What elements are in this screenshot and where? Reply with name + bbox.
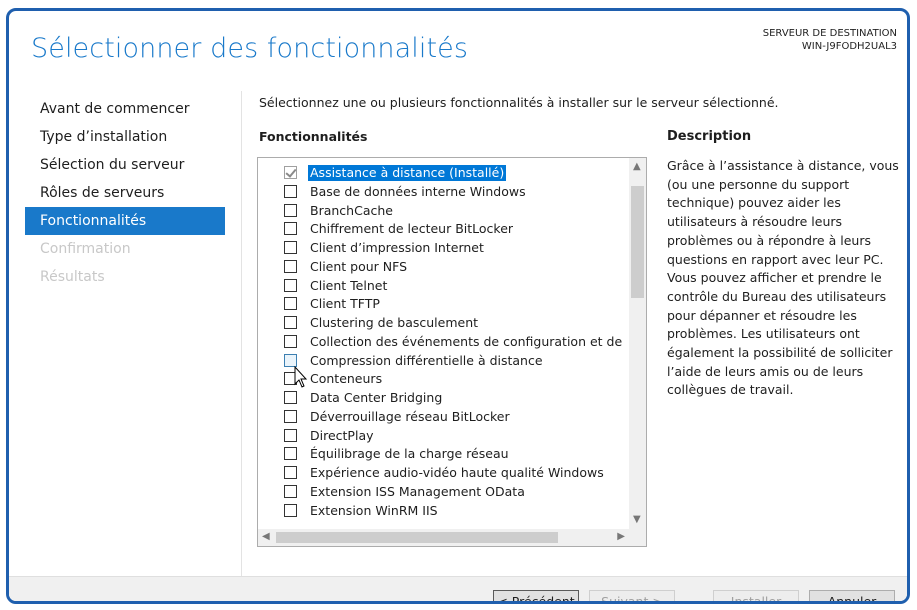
cancel-button[interactable]: Annuler bbox=[809, 590, 895, 601]
destination-server-name: WIN-J9FODH2UAL3 bbox=[801, 41, 897, 52]
wizard-steps: Avant de commencer Type d’installation S… bbox=[25, 95, 225, 291]
feature-label[interactable]: Data Center Bridging bbox=[308, 390, 444, 406]
mouse-cursor-icon bbox=[294, 366, 308, 388]
feature-checkbox[interactable] bbox=[284, 484, 297, 498]
feature-item[interactable]: Compression différentielle à distance bbox=[258, 352, 630, 371]
feature-checkbox[interactable] bbox=[284, 297, 297, 311]
feature-item[interactable]: Équilibrage de la charge réseau bbox=[258, 445, 630, 464]
step-confirmation: Confirmation bbox=[40, 241, 131, 257]
step-resultats: Résultats bbox=[40, 269, 105, 285]
feature-label[interactable]: Compression différentielle à distance bbox=[308, 353, 545, 369]
description-header: Description bbox=[667, 129, 752, 144]
feature-item[interactable]: BranchCache bbox=[258, 202, 630, 221]
scroll-right-icon[interactable]: ▶ bbox=[617, 531, 625, 543]
feature-checkbox[interactable] bbox=[284, 334, 297, 348]
feature-checkbox[interactable] bbox=[284, 316, 297, 329]
feature-item[interactable]: Data Center Bridging bbox=[258, 389, 630, 408]
feature-label[interactable]: Conteneurs bbox=[308, 371, 384, 387]
step-fonctionnalites[interactable]: Fonctionnalités bbox=[25, 207, 225, 235]
feature-checkbox[interactable] bbox=[284, 391, 297, 404]
instruction-text: Sélectionnez une ou plusieurs fonctionna… bbox=[259, 95, 779, 110]
description-text: Grâce à l’assistance à distance, vous (o… bbox=[667, 158, 899, 398]
feature-label[interactable]: Client Telnet bbox=[308, 278, 389, 294]
divider bbox=[241, 91, 242, 581]
step-avant-de-commencer[interactable]: Avant de commencer bbox=[25, 95, 225, 123]
feature-item[interactable]: DirectPlay bbox=[258, 427, 630, 446]
feature-label[interactable]: Extension WinRM IIS bbox=[308, 503, 440, 519]
scroll-up-icon[interactable]: ▲ bbox=[633, 161, 641, 173]
page-title: Sélectionner des fonctionnalités bbox=[31, 33, 469, 64]
feature-checkbox[interactable] bbox=[284, 428, 297, 442]
feature-item[interactable]: Client d’impression Internet bbox=[258, 239, 630, 258]
feature-item[interactable]: Client Telnet bbox=[258, 277, 630, 296]
feature-label[interactable]: Déverrouillage réseau BitLocker bbox=[308, 409, 512, 425]
features-items: Assistance à distance (Installé) Base de … bbox=[258, 164, 630, 520]
horizontal-scrollbar[interactable]: ◀ ▶ bbox=[258, 529, 629, 546]
feature-label[interactable]: Clustering de basculement bbox=[308, 315, 480, 331]
feature-item[interactable]: Collection des événements de configurati… bbox=[258, 333, 630, 352]
feature-checkbox[interactable] bbox=[284, 466, 297, 479]
feature-label[interactable]: Collection des événements de configurati… bbox=[308, 334, 624, 350]
wizard-window: Sélectionner des fonctionnalités SERVEUR… bbox=[6, 8, 910, 604]
feature-item[interactable]: Client TFTP bbox=[258, 295, 630, 314]
feature-label[interactable]: BranchCache bbox=[308, 203, 395, 219]
feature-checkbox[interactable] bbox=[284, 203, 297, 217]
step-selection-serveur[interactable]: Sélection du serveur bbox=[25, 151, 225, 179]
feature-item[interactable]: Expérience audio-vidéo haute qualité Win… bbox=[258, 464, 630, 483]
destination-server-info: SERVEUR DE DESTINATION WIN-J9FODH2UAL3 bbox=[763, 27, 897, 53]
feature-label[interactable]: Expérience audio-vidéo haute qualité Win… bbox=[308, 465, 606, 481]
feature-label[interactable]: Client d’impression Internet bbox=[308, 240, 486, 256]
feature-checkbox[interactable] bbox=[284, 184, 297, 198]
step-type-installation[interactable]: Type d’installation bbox=[25, 123, 225, 151]
scroll-left-icon[interactable]: ◀ bbox=[262, 531, 270, 543]
horizontal-scroll-thumb[interactable] bbox=[276, 532, 558, 543]
feature-item[interactable]: Extension ISS Management OData bbox=[258, 483, 630, 502]
install-button: Installer bbox=[713, 590, 799, 601]
scrollbar-corner bbox=[629, 529, 646, 546]
feature-label[interactable]: Client TFTP bbox=[308, 296, 382, 312]
feature-item[interactable]: Client pour NFS bbox=[258, 258, 630, 277]
vertical-scrollbar[interactable]: ▲ ▼ bbox=[629, 158, 646, 529]
feature-item[interactable]: Déverrouillage réseau BitLocker bbox=[258, 408, 630, 427]
feature-label[interactable]: DirectPlay bbox=[308, 428, 376, 444]
feature-checkbox[interactable] bbox=[284, 166, 297, 179]
feature-label[interactable]: Base de données interne Windows bbox=[308, 184, 528, 200]
feature-checkbox[interactable] bbox=[284, 259, 297, 273]
feature-label[interactable]: Client pour NFS bbox=[308, 259, 409, 275]
vertical-scroll-thumb[interactable] bbox=[631, 186, 644, 298]
feature-label[interactable]: Équilibrage de la charge réseau bbox=[308, 446, 511, 462]
feature-item[interactable]: Base de données interne Windows bbox=[258, 183, 630, 202]
feature-checkbox[interactable] bbox=[284, 353, 297, 367]
feature-item[interactable]: Clustering de basculement bbox=[258, 314, 630, 333]
feature-item[interactable]: Extension WinRM IIS bbox=[258, 502, 630, 521]
feature-item[interactable]: Chiffrement de lecteur BitLocker bbox=[258, 220, 630, 239]
feature-label[interactable]: Assistance à distance (Installé) bbox=[308, 165, 507, 181]
step-roles-serveurs[interactable]: Rôles de serveurs bbox=[25, 179, 225, 207]
feature-checkbox[interactable] bbox=[284, 447, 297, 461]
feature-item[interactable]: Conteneurs bbox=[258, 370, 630, 389]
feature-checkbox[interactable] bbox=[284, 503, 297, 517]
feature-item[interactable]: Assistance à distance (Installé) bbox=[258, 164, 630, 183]
feature-checkbox[interactable] bbox=[284, 222, 297, 236]
destination-label: SERVEUR DE DESTINATION bbox=[762, 28, 897, 39]
previous-button[interactable]: < Précédent bbox=[493, 590, 579, 601]
next-button: Suivant > bbox=[589, 590, 675, 601]
feature-checkbox[interactable] bbox=[284, 241, 297, 254]
feature-checkbox[interactable] bbox=[284, 409, 297, 423]
feature-checkbox[interactable] bbox=[284, 278, 297, 292]
scroll-down-icon[interactable]: ▼ bbox=[633, 514, 641, 526]
feature-label[interactable]: Chiffrement de lecteur BitLocker bbox=[308, 221, 515, 237]
wizard-footer: < Précédent Suivant > Installer Annuler bbox=[9, 576, 907, 601]
feature-label[interactable]: Extension ISS Management OData bbox=[308, 484, 527, 500]
features-header: Fonctionnalités bbox=[259, 129, 368, 144]
features-list[interactable]: Assistance à distance (Installé) Base de … bbox=[257, 157, 647, 547]
